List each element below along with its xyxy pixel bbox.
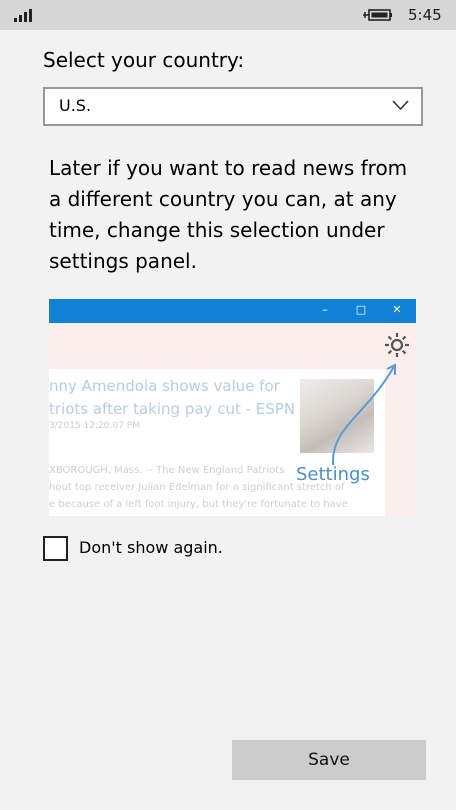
status-bar: 5:45	[0, 0, 456, 30]
chevron-down-icon	[392, 100, 409, 111]
preview-headline: nny Amendola shows value for triots afte…	[49, 375, 296, 421]
dont-show-again-checkbox[interactable]	[43, 536, 68, 561]
dont-show-again-label[interactable]: Don't show again.	[79, 538, 223, 557]
pointer-arrow-icon	[331, 363, 396, 466]
body-line-3: e because of a left foot injury, but the…	[49, 499, 348, 510]
preview-date: 3/2015 12:20:07 PM	[49, 421, 140, 431]
minimize-icon: –	[322, 303, 328, 316]
battery-charging-icon	[363, 9, 392, 21]
settings-preview-image: – □ ✕ nny Amendola shows value for triot…	[49, 299, 416, 516]
signal-bars-icon	[14, 9, 32, 22]
settings-callout-label: Settings	[296, 464, 370, 485]
gear-icon	[385, 333, 409, 357]
info-text: Later if you want to read news from a di…	[49, 156, 408, 273]
country-label: Select your country:	[43, 48, 245, 72]
close-icon: ✕	[392, 303, 402, 316]
maximize-icon: □	[355, 303, 367, 316]
country-dropdown[interactable]: U.S.	[43, 87, 423, 126]
clock: 5:45	[408, 6, 442, 24]
country-selected-value: U.S.	[59, 96, 92, 115]
headline-line-1: nny Amendola shows value for	[49, 377, 280, 395]
save-button[interactable]: Save	[232, 740, 426, 780]
preview-titlebar: – □ ✕	[49, 299, 416, 323]
headline-line-2: triots after taking pay cut - ESPN	[49, 400, 296, 418]
